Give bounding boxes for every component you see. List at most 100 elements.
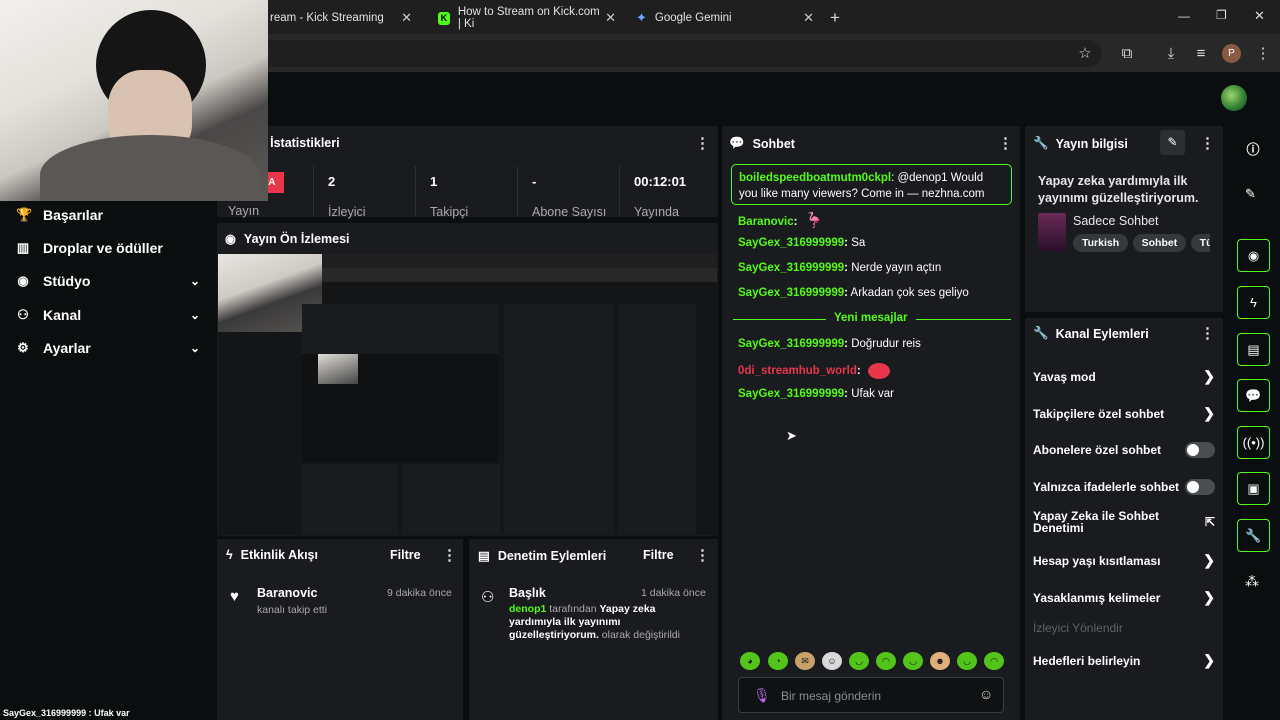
profile-avatar[interactable]: P <box>1222 44 1241 63</box>
rail-moderation-button[interactable]: ▤ <box>1237 333 1270 366</box>
preview-activity-mini <box>302 464 398 534</box>
chat-username[interactable]: SayGex_316999999 <box>738 388 844 400</box>
action-ai-moderation[interactable]: Yapay Zeka ile Sohbet Denetimi ⇱ <box>1033 510 1215 534</box>
chat-message: SayGex_316999999: Doğrudur reis <box>738 338 921 350</box>
edit-stream-info-button[interactable]: ✎ <box>1160 130 1185 155</box>
action-followers-only[interactable]: Takipçilere özel sohbet ❯ <box>1033 405 1215 422</box>
chevron-right-icon: ❯ <box>1203 552 1215 568</box>
channel-actions-title: Kanal Eylemleri <box>1055 326 1149 341</box>
stat-subscribers: - Abone Sayısı <box>532 174 632 219</box>
gemini-favicon-icon: ✦ <box>636 10 647 25</box>
chat-username[interactable]: Baranovic <box>738 216 794 228</box>
stream-category[interactable]: Sadece Sohbet <box>1073 214 1159 228</box>
emotes-only-toggle[interactable] <box>1185 479 1215 495</box>
stat-value: 00:12:01 <box>634 174 687 189</box>
wrench-icon: 🔧 <box>1033 326 1049 340</box>
tag-chip[interactable]: Turkish <box>1073 234 1129 252</box>
chat-username[interactable]: SayGex_316999999 <box>738 262 844 274</box>
channel-actions-header: 🔧 Kanal Eylemleri <box>1033 326 1149 341</box>
chat-username[interactable]: SayGex_316999999 <box>738 237 844 249</box>
wrench-icon: 🔧 <box>1033 136 1049 150</box>
kick-favicon-icon: K <box>438 11 450 25</box>
chat-username[interactable]: boiledspeedboatmutm0ckpl <box>739 172 891 184</box>
gear-icon: ⚙ <box>17 340 29 355</box>
sidebar-item-channel[interactable]: ⚇ Kanal ⌄ <box>16 307 200 323</box>
chat-username[interactable]: SayGex_316999999 <box>738 287 844 299</box>
emote-button-7[interactable]: ◡ <box>903 652 923 670</box>
browser-tab-kick[interactable]: ream - Kick Streaming ✕ <box>262 4 420 32</box>
user-avatar[interactable] <box>1221 85 1247 111</box>
action-banned-words[interactable]: Yasaklanmış kelimeler ❯ <box>1033 589 1215 606</box>
more-options-icon[interactable]: ⋮ <box>998 134 1013 152</box>
action-set-goals[interactable]: Hedefleri belirleyin ❯ <box>1033 652 1215 669</box>
activity-filter-button[interactable]: Filtre <box>390 548 421 562</box>
emote-button-10[interactable]: ◠ <box>984 652 1004 670</box>
close-window-button[interactable]: ✕ <box>1254 8 1265 24</box>
rail-tools-button[interactable]: 🔧 <box>1237 519 1270 552</box>
rail-broadcast-button[interactable]: ((•)) <box>1237 426 1270 459</box>
moderation-title: Denetim Eylemleri <box>497 548 607 563</box>
moderation-header: ▤ Denetim Eylemleri <box>478 548 607 564</box>
more-options-icon[interactable]: ⋮ <box>695 134 710 152</box>
emote-button-3[interactable]: ✉ <box>795 652 815 670</box>
action-account-age[interactable]: Hesap yaşı kısıtlaması ❯ <box>1033 552 1215 569</box>
tag-chip[interactable]: Türk <box>1190 234 1210 252</box>
sidebar-item-studio[interactable]: ◉ Stüdyo ⌄ <box>16 273 200 289</box>
more-options-icon[interactable]: ⋮ <box>442 546 457 564</box>
close-tab-icon[interactable]: ✕ <box>401 10 412 26</box>
stream-preview-video[interactable] <box>218 254 717 535</box>
minimize-button[interactable]: — <box>1178 9 1190 23</box>
subscribers-only-toggle[interactable] <box>1185 442 1215 458</box>
emote-button-2[interactable]: ◔ <box>768 652 788 670</box>
pencil-icon[interactable]: ✎ <box>1245 186 1256 202</box>
bookmark-star-icon[interactable]: ☆ <box>1074 43 1096 65</box>
chat-username[interactable]: SayGex_316999999 <box>738 338 844 350</box>
emote-button-6[interactable]: ◠ <box>876 652 896 670</box>
preview-title: Yayın Ön İzlemesi <box>243 231 350 246</box>
stat-viewers: 2 İzleyici <box>328 174 408 219</box>
emote-button-5[interactable]: ◡ <box>849 652 869 670</box>
more-options-icon[interactable]: ⋮ <box>1200 324 1215 342</box>
emote-button-9[interactable]: ◡ <box>957 652 977 670</box>
emoji-picker-icon[interactable]: ☺ <box>979 686 993 702</box>
action-label: Abonelere özel sohbet <box>1033 443 1162 457</box>
chevron-right-icon: ❯ <box>1203 589 1215 605</box>
new-tab-button[interactable]: + <box>830 8 840 28</box>
browser-tab-how-to-stream[interactable]: K How to Stream on Kick.com | Ki ✕ <box>430 4 624 32</box>
tag-chip[interactable]: Sohbet <box>1132 234 1187 252</box>
sidebar-item-drops[interactable]: ▥ Droplar ve ödüller <box>16 240 200 256</box>
emote-button-8[interactable]: ☻ <box>930 652 950 670</box>
close-tab-icon[interactable]: ✕ <box>803 10 814 26</box>
sidebar-item-settings[interactable]: ⚙ Ayarlar ⌄ <box>16 340 200 356</box>
category-thumbnail[interactable] <box>1038 213 1066 251</box>
media-control-icon[interactable]: ≡ <box>1190 43 1212 65</box>
extensions-icon[interactable]: ⧉ <box>1116 43 1138 65</box>
action-slow-mode[interactable]: Yavaş mod ❯ <box>1033 368 1215 385</box>
sidebar-item-label: Başarılar <box>43 207 103 223</box>
restore-button[interactable]: ❐ <box>1216 8 1227 22</box>
url-input[interactable]: n <box>240 40 1102 67</box>
more-options-icon[interactable]: ⋮ <box>1200 134 1215 152</box>
rail-layout-button[interactable]: ▣ <box>1237 472 1270 505</box>
sidebar-item-achievements[interactable]: 🏆 Başarılar <box>16 207 200 223</box>
close-tab-icon[interactable]: ✕ <box>605 10 616 26</box>
rail-preview-button[interactable]: ◉ <box>1237 239 1270 272</box>
emote-button-1[interactable]: ◕ <box>740 652 760 670</box>
microphone-icon[interactable]: 🎙 <box>753 687 771 704</box>
activity-time: 9 dakika önce <box>387 587 452 599</box>
browser-menu-icon[interactable]: ⋮ <box>1252 43 1274 65</box>
browser-tab-gemini[interactable]: ✦ Google Gemini ✕ <box>628 4 822 32</box>
rail-chat-button[interactable]: 💬 <box>1237 379 1270 412</box>
rail-activity-button[interactable]: ϟ <box>1237 286 1270 319</box>
apps-icon[interactable]: ⁂ <box>1245 573 1259 590</box>
more-options-icon[interactable]: ⋮ <box>695 546 710 564</box>
chat-input-field[interactable]: 🎙 Bir mesaj gönderin ☺ <box>738 677 1004 713</box>
moderation-label: Başlık <box>509 586 546 600</box>
chat-username[interactable]: 0di_streamhub_world <box>738 365 857 377</box>
document-icon: ▤ <box>478 549 490 563</box>
info-icon[interactable]: ⓘ <box>1243 139 1263 157</box>
emote-button-4[interactable]: ☺ <box>822 652 842 670</box>
download-icon[interactable]: ⤓ <box>1160 43 1182 65</box>
chat-message: SayGex_316999999: Ufak var <box>738 388 894 400</box>
moderation-filter-button[interactable]: Filtre <box>643 548 674 562</box>
